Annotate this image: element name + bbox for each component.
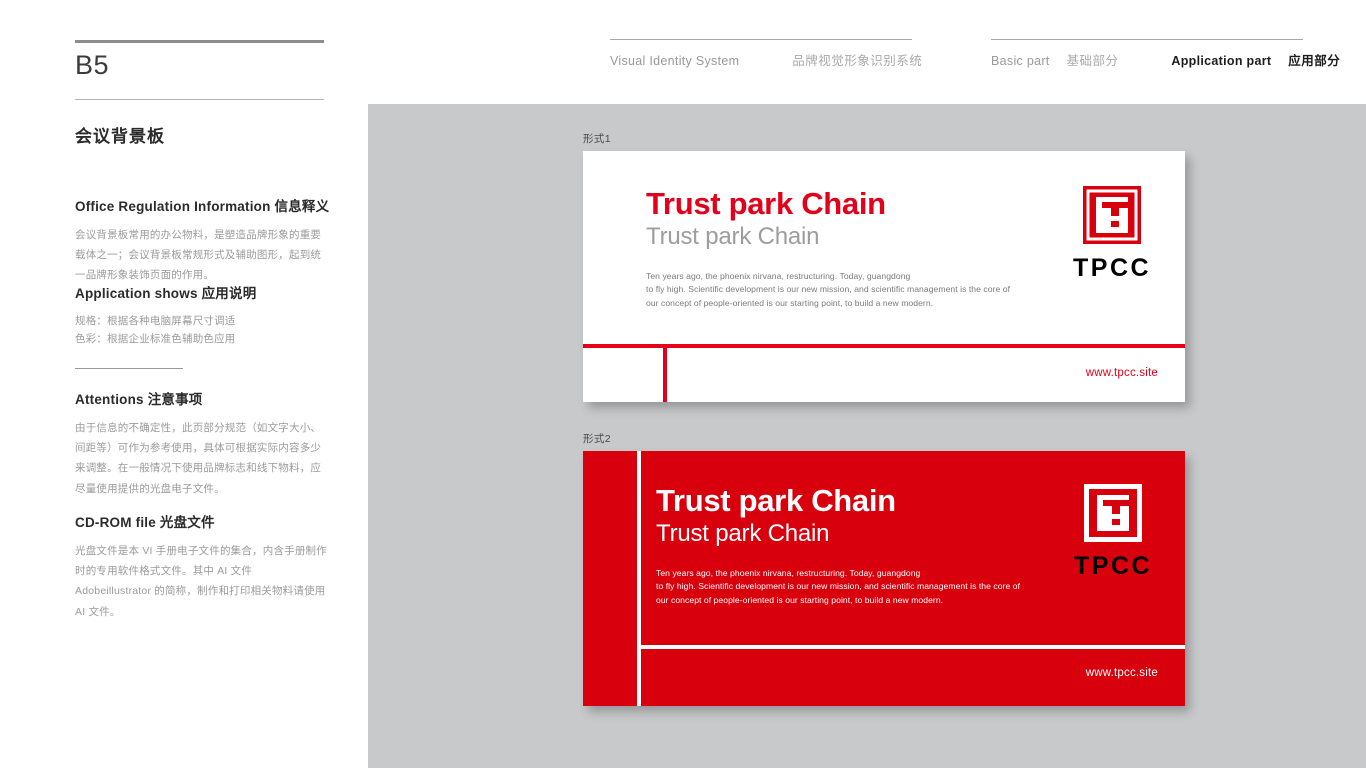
sidebar-block-office-regulation: Office Regulation Information 信息释义 会议背景板… (75, 198, 330, 286)
page-title: 会议背景板 (75, 127, 165, 146)
tab-basic-part-en[interactable]: Basic part (991, 54, 1050, 68)
logo-wordmark: TPCC (1073, 254, 1152, 282)
header-vis-cn: 品牌视觉形象识别系统 (792, 54, 923, 68)
brand-description: Ten years ago, the phoenix nirvana, rest… (646, 270, 1011, 309)
sidebar-mid-rule (75, 99, 324, 100)
panel-2-website-url: www.tpcc.site (1085, 667, 1158, 679)
block-body: 会议背景板常用的办公物料，是塑造品牌形象的重要载体之一；会议背景板常规形式及辅助… (75, 228, 322, 282)
panel-1-label: 形式1 (583, 133, 612, 145)
panel-1-horizontal-rule (583, 344, 1185, 348)
header-rule-left (610, 39, 912, 40)
sidebar-top-rule (75, 40, 324, 43)
header-row-left: Visual Identity System 品牌视觉形象识别系统 (610, 50, 922, 70)
block-body: 由于信息的不确定性，此页部分规范（如文字大小、间距等）可作为参考使用，具体可根据… (75, 421, 322, 495)
logo-wordmark: TPCC (1074, 552, 1153, 580)
logo-lockup-reverse: TPCC (1074, 483, 1153, 580)
vi-manual-page: B5 会议背景板 Office Regulation Information 信… (0, 0, 1366, 768)
brand-name-secondary: Trust park Chain (646, 222, 820, 250)
tpcc-logo-mark-icon (1073, 186, 1151, 249)
brand-name-primary: Trust park Chain (646, 186, 886, 221)
header-row-right: Basic part 基础部分 Application part 应用部分 (991, 50, 1340, 70)
block-heading: Attentions 注意事项 (75, 392, 203, 407)
block-body: 规格：根据各种电脑屏幕尺寸调适 色彩：根据企业标准色辅助色应用 (75, 314, 236, 345)
panel-2-brand-block: Trust park Chain Trust park Chain Ten ye… (656, 483, 1076, 608)
logo-lockup-dark: TPCC (1073, 186, 1151, 281)
header-rule-right (991, 39, 1303, 40)
header-vis-en: Visual Identity System (610, 54, 740, 68)
tab-application-part-en[interactable]: Application part (1171, 54, 1271, 68)
brand-name-primary: Trust park Chain (656, 483, 896, 518)
sidebar: B5 会议背景板 Office Regulation Information 信… (75, 0, 330, 768)
brand-description: Ten years ago, the phoenix nirvana, rest… (656, 567, 1021, 606)
block-heading: Office Regulation Information 信息释义 (75, 199, 330, 214)
brand-name-secondary: Trust park Chain (656, 519, 830, 547)
panel-2-vertical-rule (637, 451, 641, 706)
panel-1-website-url: www.tpcc.site (1085, 367, 1158, 379)
panel-1-brand-block: Trust park Chain Trust park Chain Ten ye… (646, 186, 1066, 311)
sidebar-block-application-shows: Application shows 应用说明 规格：根据各种电脑屏幕尺寸调适 色… (75, 285, 330, 348)
sidebar-block-cd-rom: CD-ROM file 光盘文件 光盘文件是本 VI 手册电子文件的集合，内含手… (75, 514, 330, 622)
block-body: 光盘文件是本 VI 手册电子文件的集合，内含手册制作时的专用软件格式文件。其中 … (75, 544, 327, 618)
block-heading: Application shows 应用说明 (75, 286, 257, 301)
tab-basic-part-cn[interactable]: 基础部分 (1067, 54, 1119, 68)
panel-1-vertical-rule (663, 344, 667, 402)
block-heading: CD-ROM file 光盘文件 (75, 515, 215, 530)
panel-2-label: 形式2 (583, 433, 612, 445)
page-code: B5 (75, 50, 110, 80)
sidebar-block-attentions: Attentions 注意事项 由于信息的不确定性，此页部分规范（如文字大小、间… (75, 391, 330, 499)
sidebar-small-rule (75, 368, 183, 369)
panel-2-horizontal-rule (637, 645, 1185, 649)
tpcc-logo-mark-icon (1074, 483, 1152, 547)
tab-application-part-cn[interactable]: 应用部分 (1288, 54, 1340, 68)
